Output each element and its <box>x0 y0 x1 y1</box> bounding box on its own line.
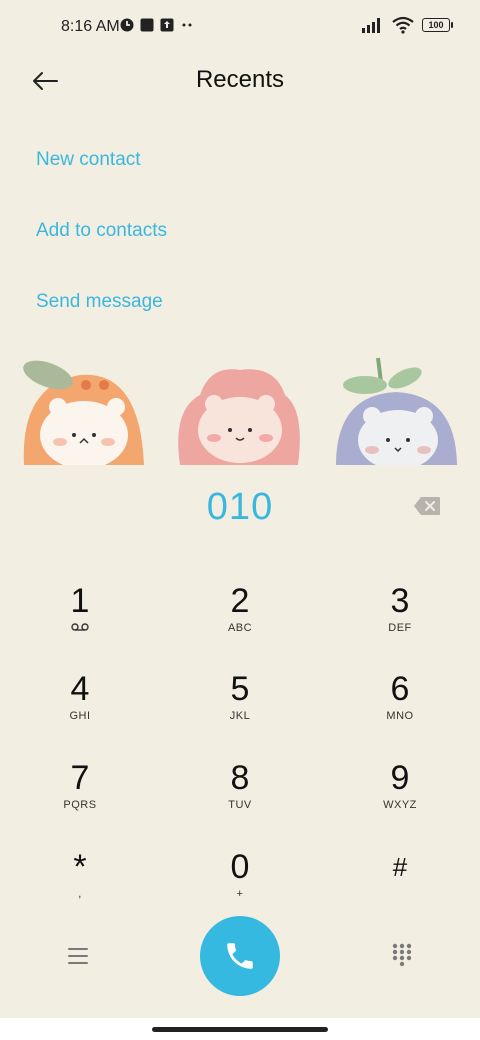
key-digit: 3 <box>390 582 410 620</box>
key-letters: + <box>236 888 244 900</box>
dialed-number[interactable]: 010 <box>0 486 480 529</box>
key-letters: DEF <box>388 622 412 634</box>
orange-bear-illustration <box>23 360 144 465</box>
pink-bear-illustration <box>178 369 300 465</box>
key-digit: 4 <box>70 670 90 708</box>
key-3[interactable]: 3 DEF <box>340 582 460 662</box>
status-bar: 8:16 AM 100 <box>0 0 480 56</box>
signal-icon <box>362 18 380 33</box>
notification-icons <box>120 18 194 32</box>
bear-illustrations <box>23 357 457 465</box>
key-hash[interactable]: # <box>340 848 460 928</box>
key-digit: 7 <box>70 759 90 797</box>
key-5[interactable]: 5 JKL <box>180 670 300 750</box>
key-7[interactable]: 7 PQRS <box>20 759 140 839</box>
key-digit: 8 <box>230 759 250 797</box>
blue-bear-illustration <box>336 357 457 465</box>
menu-icon[interactable] <box>66 944 90 968</box>
square-notification-icon <box>140 18 154 32</box>
key-digit: 5 <box>230 670 250 708</box>
add-to-contacts-link[interactable]: Add to contacts <box>36 220 167 242</box>
status-time: 8:16 AM <box>61 18 120 35</box>
key-4[interactable]: 4 GHI <box>20 670 140 750</box>
wifi-icon <box>392 16 414 34</box>
key-letters: TUV <box>228 799 252 811</box>
voicemail-icon <box>71 623 89 631</box>
key-9[interactable]: 9 WXYZ <box>340 759 460 839</box>
key-digit: # <box>392 852 408 882</box>
dialpad-icon[interactable] <box>390 942 414 968</box>
key-letters: MNO <box>386 710 414 722</box>
key-8[interactable]: 8 TUV <box>180 759 300 839</box>
key-6[interactable]: 6 MNO <box>340 670 460 750</box>
key-star[interactable]: * , <box>20 848 140 928</box>
key-digit: 2 <box>230 582 250 620</box>
key-letters: PQRS <box>63 799 97 811</box>
upload-notification-icon <box>160 18 174 32</box>
key-2[interactable]: 2 ABC <box>180 582 300 662</box>
key-digit: 0 <box>230 848 250 886</box>
battery-icon: 100 <box>422 18 453 32</box>
more-dots-icon <box>182 23 192 27</box>
home-gesture-bar[interactable] <box>152 1027 328 1032</box>
key-letters: ABC <box>227 622 253 634</box>
key-letters: WXYZ <box>383 799 417 811</box>
backspace-icon[interactable] <box>413 496 441 516</box>
call-button[interactable] <box>200 916 280 996</box>
app-notification-icon <box>120 18 134 32</box>
new-contact-link[interactable]: New contact <box>36 149 141 171</box>
page-title: Recents <box>195 66 285 93</box>
key-letters: GHI <box>69 710 91 722</box>
key-letters: , <box>78 888 82 900</box>
key-digit: 6 <box>390 670 410 708</box>
key-digit: 1 <box>70 582 90 620</box>
phone-icon <box>227 943 253 969</box>
key-1[interactable]: 1 <box>20 582 140 662</box>
key-letters: JKL <box>229 710 251 722</box>
system-icons: 100 <box>362 16 453 34</box>
send-message-link[interactable]: Send message <box>36 291 163 313</box>
key-digit: * <box>73 848 87 886</box>
key-digit: 9 <box>390 759 410 797</box>
